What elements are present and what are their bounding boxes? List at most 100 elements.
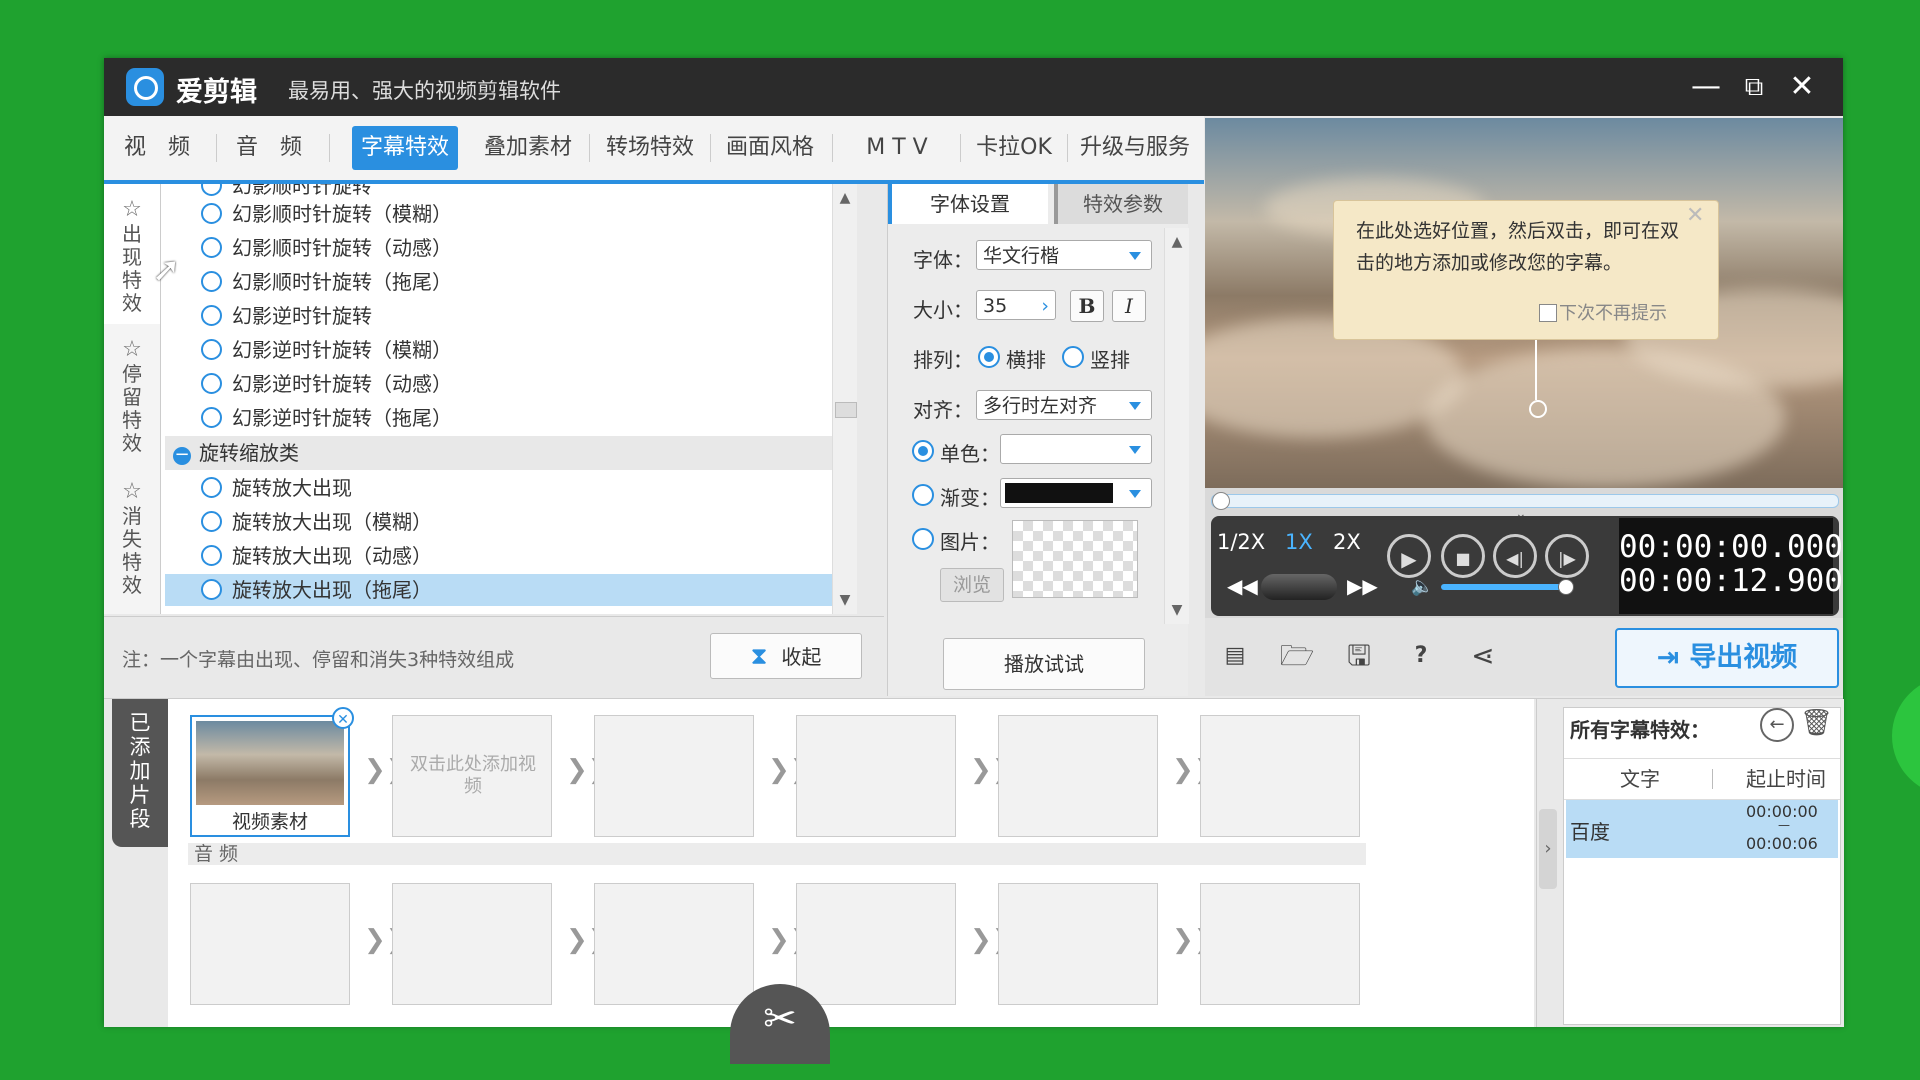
category-disappear[interactable]: ☆ 消失特效 bbox=[104, 470, 160, 614]
solid-color-radio[interactable] bbox=[912, 440, 934, 462]
video-clip-thumbnail[interactable]: 视频素材 ✕ bbox=[190, 707, 354, 837]
tab-transition[interactable]: 转场特效 bbox=[596, 126, 704, 170]
image-preview-thumbnail[interactable] bbox=[1012, 520, 1138, 598]
collapse-button[interactable]: ⧗ 收起 bbox=[710, 633, 862, 679]
tab-mtv[interactable]: M T V bbox=[840, 126, 954, 170]
tab-font-settings[interactable]: 字体设置 bbox=[888, 184, 1048, 224]
gradient-radio[interactable] bbox=[912, 484, 934, 506]
empty-audio-slot[interactable] bbox=[998, 883, 1158, 1005]
image-radio[interactable] bbox=[912, 528, 934, 550]
tab-video[interactable]: 视 频 bbox=[112, 126, 202, 170]
solid-color-select[interactable] bbox=[1000, 434, 1152, 464]
previous-frame-icon[interactable]: ◀| bbox=[1493, 534, 1537, 578]
remove-clip-icon[interactable]: ✕ bbox=[332, 707, 354, 729]
dont-show-again-checkbox[interactable]: 下次不再提示 bbox=[1539, 299, 1667, 325]
stop-icon[interactable]: ■ bbox=[1441, 534, 1485, 578]
size-input[interactable]: 35 › bbox=[976, 290, 1056, 320]
hint-text: 在此处选好位置，然后双击，即可在双击的地方添加或修改您的字幕。 bbox=[1356, 220, 1680, 274]
empty-audio-slot[interactable] bbox=[392, 883, 552, 1005]
effects-note: 注：一个字幕由出现、停留和消失3种特效组成 bbox=[122, 649, 515, 671]
tab-overlay[interactable]: 叠加素材 bbox=[474, 126, 582, 170]
trash-icon[interactable]: 🗑 bbox=[1800, 708, 1833, 738]
list-item[interactable]: 幻影逆时针旋转（动感） bbox=[201, 368, 452, 400]
list-group-header[interactable]: − 旋转缩放类 bbox=[165, 436, 851, 470]
empty-audio-slot[interactable] bbox=[594, 883, 754, 1005]
list-item[interactable]: 幻影顺时针旋转（拖尾） bbox=[201, 266, 452, 298]
chevron-right-icon[interactable]: › bbox=[1041, 291, 1049, 321]
empty-video-slot[interactable] bbox=[1200, 715, 1360, 837]
scroll-down-icon[interactable]: ▼ bbox=[833, 588, 857, 612]
list-item[interactable]: 幻影顺时针旋转（模糊） bbox=[201, 198, 452, 230]
chevron-right-icon[interactable]: › bbox=[1539, 809, 1557, 889]
minimize-button[interactable]: — bbox=[1684, 66, 1728, 108]
export-video-button[interactable]: ⇥ 导出视频 bbox=[1615, 628, 1839, 688]
list-item-selected[interactable]: 旋转放大出现（拖尾） bbox=[201, 574, 432, 606]
volume-slider[interactable] bbox=[1441, 579, 1574, 595]
open-folder-icon[interactable]: 🗁 bbox=[1277, 636, 1317, 676]
share-icon[interactable]: ⋖ bbox=[1463, 636, 1503, 676]
scroll-up-icon[interactable]: ▲ bbox=[833, 186, 857, 210]
vertical-radio[interactable] bbox=[1062, 346, 1084, 368]
volume-icon[interactable]: 🔈 bbox=[1411, 576, 1433, 597]
list-item[interactable]: 幻影顺时针旋转（动感） bbox=[201, 232, 452, 264]
fast-forward-icon[interactable]: ▶▶ bbox=[1347, 574, 1378, 598]
list-item[interactable]: 幻影逆时针旋转 bbox=[201, 300, 372, 332]
list-item[interactable]: 旋转放大出现 bbox=[201, 472, 352, 504]
maximize-button[interactable]: ⧉ bbox=[1732, 66, 1776, 108]
scroll-down-icon[interactable]: ▼ bbox=[1165, 598, 1189, 622]
table-row[interactable]: 百度 00:00:00 — 00:00:06 bbox=[1566, 800, 1838, 858]
tab-karaoke[interactable]: 卡拉OK bbox=[966, 126, 1062, 170]
scroll-thumb[interactable] bbox=[835, 402, 857, 418]
collapse-group-icon: − bbox=[173, 444, 191, 465]
position-marker-icon[interactable] bbox=[1529, 400, 1547, 418]
list-item[interactable]: 幻影逆时针旋转（模糊） bbox=[201, 334, 452, 366]
empty-video-slot[interactable] bbox=[594, 715, 754, 837]
new-project-icon[interactable]: ▤ bbox=[1215, 636, 1255, 676]
list-item[interactable]: 旋转放大出现（模糊） bbox=[201, 506, 432, 538]
font-select[interactable]: 华文行楷 bbox=[976, 240, 1152, 270]
play-icon[interactable]: ▶ bbox=[1387, 534, 1431, 578]
hourglass-icon: ⧗ bbox=[750, 642, 768, 670]
empty-audio-slot[interactable] bbox=[1200, 883, 1360, 1005]
speed-half-button[interactable]: 1/2X bbox=[1217, 530, 1265, 554]
empty-audio-slot[interactable] bbox=[190, 883, 350, 1005]
tab-upgrade[interactable]: 升级与服务 bbox=[1072, 126, 1198, 170]
close-button[interactable]: ✕ bbox=[1780, 66, 1824, 108]
rewind-icon[interactable]: ◀◀ bbox=[1227, 574, 1258, 598]
added-clips-tab[interactable]: 已添加片段 bbox=[112, 699, 168, 847]
empty-video-slot[interactable] bbox=[998, 715, 1158, 837]
list-item[interactable]: 幻影逆时针旋转（拖尾） bbox=[201, 402, 452, 434]
jog-wheel[interactable] bbox=[1261, 574, 1337, 600]
speed-1x-button[interactable]: 1X bbox=[1285, 530, 1313, 554]
browse-button[interactable]: 浏览 bbox=[940, 568, 1004, 602]
scroll-up-icon[interactable]: ▲ bbox=[1165, 230, 1189, 254]
horizontal-radio[interactable] bbox=[978, 346, 1000, 368]
tab-audio[interactable]: 音 频 bbox=[224, 126, 314, 170]
try-play-button[interactable]: 播放试试 bbox=[943, 638, 1145, 690]
bold-button[interactable]: B bbox=[1070, 290, 1104, 322]
effect-list-scrollbar[interactable]: ▲ ▼ bbox=[832, 184, 857, 614]
align-select[interactable]: 多行时左对齐 bbox=[976, 390, 1152, 420]
help-icon[interactable]: ? bbox=[1401, 636, 1441, 676]
hint-close-icon[interactable]: ✕ bbox=[1686, 203, 1704, 228]
tab-effect-params[interactable]: 特效参数 bbox=[1054, 184, 1188, 224]
tab-subtitle-effects[interactable]: 字幕特效 bbox=[352, 126, 458, 170]
empty-video-slot[interactable]: 双击此处添加视频 bbox=[392, 715, 552, 837]
italic-button[interactable]: I bbox=[1112, 290, 1146, 322]
category-stay[interactable]: ☆ 停留特效 bbox=[104, 328, 160, 468]
list-item[interactable]: 旋转放大出现（动感） bbox=[201, 540, 432, 572]
tab-style[interactable]: 画面风格 bbox=[716, 126, 824, 170]
video-preview[interactable]: 在此处选好位置，然后双击，即可在双击的地方添加或修改您的字幕。 ✕ 下次不再提示 bbox=[1205, 118, 1843, 488]
font-panel-scrollbar[interactable]: ▲ ▼ bbox=[1164, 228, 1189, 624]
volume-handle[interactable] bbox=[1558, 579, 1574, 595]
empty-audio-slot[interactable] bbox=[796, 883, 956, 1005]
save-icon[interactable]: 🖫 bbox=[1339, 636, 1379, 676]
gradient-select[interactable] bbox=[1000, 478, 1152, 508]
empty-video-slot[interactable] bbox=[796, 715, 956, 837]
speed-2x-button[interactable]: 2X bbox=[1333, 530, 1361, 554]
next-frame-icon[interactable]: |▶ bbox=[1545, 534, 1589, 578]
back-icon[interactable]: ← bbox=[1760, 708, 1794, 742]
seek-handle[interactable] bbox=[1212, 492, 1230, 510]
slot-hint: 双击此处添加视频 bbox=[410, 754, 536, 797]
timeline-track: 视频素材 ✕ ❯❯ 双击此处添加视频 ❯❯ ❯❯ ❯❯ ❯❯ 音 频 ❯❯ ❯❯… bbox=[168, 699, 1534, 1027]
